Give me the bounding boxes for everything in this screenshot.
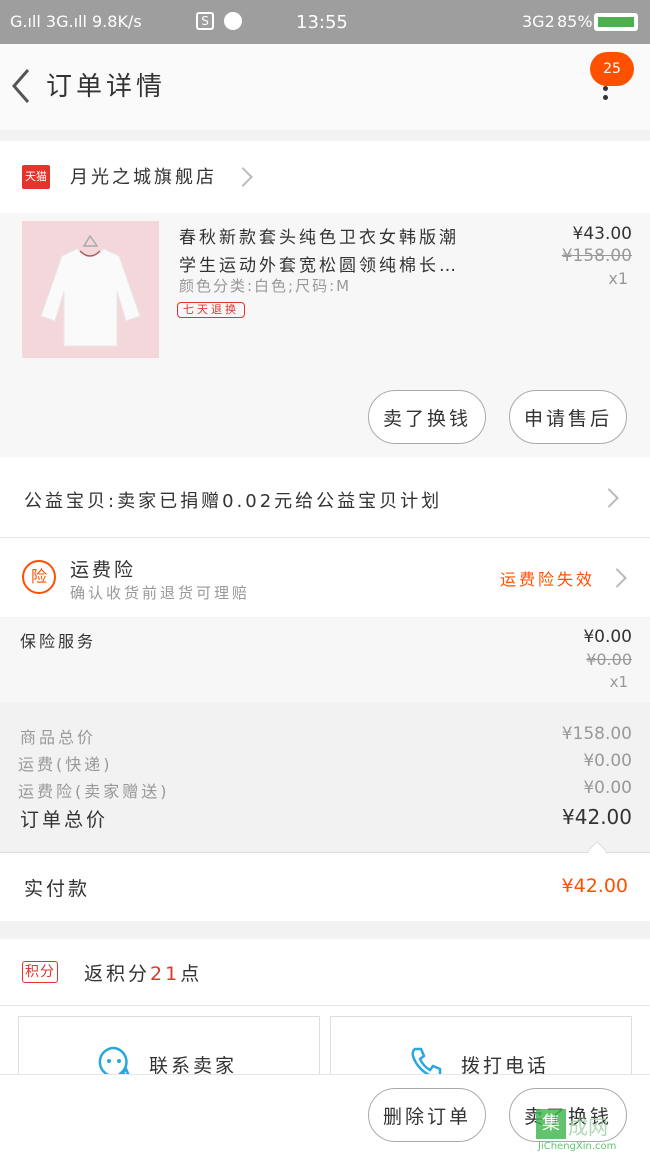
battery-icon	[594, 13, 638, 31]
product-sku: 颜色分类:白色;尺码:M	[179, 277, 352, 295]
product-title-line1[interactable]: 春秋新款套头纯色卫衣女韩版潮	[179, 223, 459, 248]
page-title: 订单详情	[46, 72, 167, 102]
insurance-title: 运费险	[70, 559, 137, 581]
shipping-value: ¥0.00	[583, 751, 632, 771]
tmall-label: 天猫	[25, 170, 47, 183]
paid-value: ¥42.00	[561, 875, 628, 897]
product-title-line2[interactable]: 学生运动外套宽松圆领纯棉长…	[179, 251, 459, 276]
charity-chevron-icon	[599, 488, 619, 508]
shipping-label: 运费(快递)	[18, 755, 113, 774]
signal-status: G.ıll 3G.ıll 9.8K/s	[10, 12, 142, 31]
points-text: 返积分21点	[84, 959, 202, 986]
product-card: 春秋新款套头纯色卫衣女韩版潮 学生运动外套宽松圆领纯棉长… 颜色分类:白色;尺码…	[0, 213, 650, 457]
points-suffix: 点	[180, 963, 203, 985]
insurance-service-label: 保险服务	[20, 632, 97, 651]
seven-day-return-tag: 七天退换	[177, 302, 245, 318]
watermark: 集 成网 JiChengXin.com	[536, 1107, 646, 1153]
insurance-status: 运费险失效	[500, 570, 596, 589]
charity-text: 公益宝贝:卖家已捐赠0.02元给公益宝贝计划	[24, 491, 443, 512]
shipping-insurance-label: 运费险(卖家赠送)	[18, 782, 170, 801]
insurance-icon-label: 险	[30, 567, 47, 586]
product-quantity: x1	[608, 269, 628, 288]
insurance-service-original-price: ¥0.00	[586, 650, 632, 669]
paid-row: 实付款 ¥42.00	[0, 853, 650, 921]
clock: 13:55	[296, 12, 348, 33]
insurance-service-row: 保险服务 ¥0.00 ¥0.00 x1	[0, 618, 650, 702]
nav-header: 订单详情 25	[0, 44, 650, 130]
watermark-text: JiChengXin.com	[538, 1141, 617, 1152]
insurance-service-quantity: x1	[609, 673, 628, 691]
notification-badge: 25	[590, 52, 634, 86]
points-prefix: 返积分	[84, 963, 151, 985]
apply-aftersale-button[interactable]: 申请售后	[509, 390, 627, 444]
status-bar: G.ıll 3G.ıll 9.8K/s S 13:55 3G2 85%	[0, 0, 650, 44]
s-app-icon: S	[196, 12, 214, 30]
contact-area: 联系卖家 拨打电话	[0, 1006, 650, 1086]
app-notification-icon	[224, 12, 242, 30]
store-row[interactable]: 天猫 月光之城旗舰店	[0, 141, 650, 213]
points-row: 积分 返积分21点	[0, 939, 650, 1005]
insurance-chevron-icon	[607, 568, 627, 588]
sell-exchange-button[interactable]: 卖了换钱	[368, 390, 486, 444]
battery-percent: 85%	[557, 12, 593, 31]
order-total-value: ¥42.00	[562, 805, 632, 829]
order-total-label: 订单总价	[20, 809, 109, 831]
points-badge: 积分	[22, 961, 58, 983]
back-arrow-icon[interactable]	[8, 66, 48, 106]
product-original-price: ¥158.00	[561, 246, 632, 266]
shipping-insurance-row[interactable]: 险 运费险 确认收货前退货可理赔 运费险失效	[0, 538, 650, 617]
more-menu-icon[interactable]	[598, 82, 614, 122]
goods-total-value: ¥158.00	[561, 724, 632, 744]
bottom-action-bar: 删除订单 卖了换钱 集 成网 JiChengXin.com	[0, 1074, 650, 1155]
shipping-insurance-value: ¥0.00	[583, 778, 632, 798]
price-summary: 商品总价 ¥158.00 运费(快递) ¥0.00 运费险(卖家赠送) ¥0.0…	[0, 702, 650, 852]
delete-order-button[interactable]: 删除订单	[368, 1088, 486, 1142]
network-type: 3G2	[522, 12, 555, 31]
store-chevron-icon	[233, 167, 253, 187]
product-thumbnail[interactable]	[22, 221, 159, 358]
paid-label: 实付款	[24, 878, 91, 900]
insurance-icon: 险	[22, 560, 56, 594]
tmall-logo-icon: 天猫	[22, 165, 50, 189]
store-name: 月光之城旗舰店	[70, 167, 217, 188]
points-number: 21	[150, 963, 181, 985]
charity-row[interactable]: 公益宝贝:卖家已捐赠0.02元给公益宝贝计划	[0, 457, 650, 537]
insurance-subtitle: 确认收货前退货可理赔	[70, 584, 251, 602]
product-price: ¥43.00	[572, 224, 632, 244]
insurance-service-price: ¥0.00	[583, 627, 632, 647]
goods-total-label: 商品总价	[20, 728, 97, 747]
